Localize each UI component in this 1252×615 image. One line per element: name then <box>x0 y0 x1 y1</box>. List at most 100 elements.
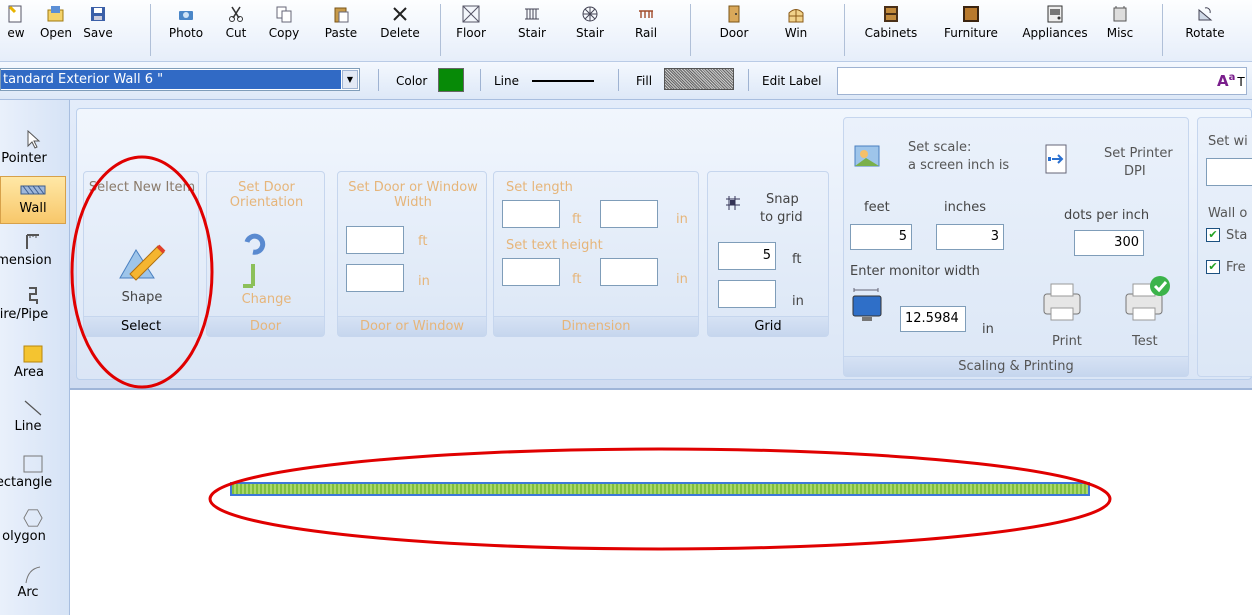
length-in-input[interactable] <box>600 200 658 228</box>
group-door: Set Door Orientation Change Door <box>206 171 325 337</box>
stair-spiral-button[interactable]: Stair <box>570 3 610 59</box>
copy-button[interactable]: Copy <box>264 3 304 59</box>
line-icon <box>24 400 42 416</box>
select-new-item-text: Select New Item <box>88 180 196 195</box>
printer-dpi-icon[interactable] <box>1040 142 1074 176</box>
arc-tool[interactable]: Arc <box>0 564 66 608</box>
rectangle-icon <box>23 455 43 473</box>
stair-straight-button[interactable]: Stair <box>512 3 552 59</box>
line-style-sample[interactable] <box>532 80 594 82</box>
freestanding-checkbox[interactable]: ✔ <box>1206 260 1220 274</box>
arc-label: Arc <box>17 585 39 600</box>
save-label: Save <box>83 26 113 40</box>
door-button[interactable]: Door <box>716 3 752 59</box>
window-icon <box>788 9 804 23</box>
ft-label: ft <box>418 234 428 249</box>
door-icon <box>728 5 740 23</box>
edit-label-input[interactable] <box>837 67 1247 95</box>
save-button[interactable]: Save <box>80 3 116 59</box>
set-length-text: Set length <box>506 180 573 195</box>
cabinets-button[interactable]: Cabinets <box>856 3 926 59</box>
group-dimension: Set length ft in Set text height ft in D… <box>493 171 699 337</box>
bar-separator <box>378 69 379 91</box>
dimension-label: mension <box>0 253 52 268</box>
drawing-canvas[interactable] <box>70 392 1252 615</box>
misc-icon <box>1113 6 1127 22</box>
polygon-tool[interactable]: olygon <box>0 508 66 552</box>
group-select: Select New Item Shape Select <box>83 171 199 337</box>
paste-button[interactable]: Paste <box>318 3 364 59</box>
open-button[interactable]: Open <box>38 3 74 59</box>
hexagon-icon <box>23 509 43 527</box>
bar-separator <box>618 69 619 91</box>
grid-ft-input[interactable]: 5 <box>718 242 776 270</box>
floor-icon <box>462 5 480 23</box>
line-tool[interactable]: Line <box>0 398 66 442</box>
floor-label: Floor <box>456 26 486 40</box>
floor-button[interactable]: Floor <box>450 3 492 59</box>
group-scaling-printing: Set scale: a screen inch is Set Printer … <box>843 117 1189 377</box>
print-label: Print <box>1052 334 1082 349</box>
group-grid: Snap to grid 5 ft in Grid <box>707 171 829 337</box>
shape-label: Shape <box>121 290 163 305</box>
wire-pipe-label: ire/Pipe <box>0 307 49 322</box>
grid-group-title: Grid <box>708 316 828 336</box>
wall-tool[interactable]: Wall <box>0 176 66 224</box>
print-button[interactable] <box>1040 280 1084 327</box>
dimension-tool[interactable]: mension <box>0 232 66 276</box>
inches-label: inches <box>944 200 987 215</box>
furniture-button[interactable]: Furniture <box>932 3 1010 59</box>
snap-grid-icon[interactable] <box>724 194 742 212</box>
wire-pipe-tool[interactable]: ire/Pipe <box>0 286 66 330</box>
text-height-ft-input[interactable] <box>502 258 560 286</box>
appliances-button[interactable]: Appliances <box>1014 3 1096 59</box>
text-height-in-input[interactable] <box>600 258 658 286</box>
color-swatch[interactable] <box>438 68 464 92</box>
pointer-tool[interactable]: Pointer <box>0 130 66 170</box>
rectangle-tool[interactable]: ectangle <box>0 454 66 498</box>
misc-button[interactable]: Misc <box>1100 3 1140 59</box>
stair-straight-label: Stair <box>518 26 546 40</box>
new-button[interactable]: ew <box>0 3 32 59</box>
printer-check-icon <box>1125 276 1170 321</box>
paste-label: Paste <box>324 26 358 40</box>
shape-button[interactable] <box>114 240 166 285</box>
set-scale-icon[interactable] <box>852 140 886 174</box>
wall-width-input[interactable] <box>1206 158 1252 186</box>
cabinet-icon <box>884 6 898 22</box>
monitor-width-input[interactable]: 12.5984 <box>900 306 966 332</box>
rail-button[interactable]: Rail <box>628 3 664 59</box>
standard-checkbox[interactable]: ✔ <box>1206 228 1220 242</box>
drawn-wall-segment[interactable] <box>230 482 1090 496</box>
door-width-ft-input[interactable] <box>346 226 404 254</box>
test-print-button[interactable] <box>1122 274 1172 327</box>
dpi-input[interactable]: 300 <box>1074 230 1144 256</box>
scale-feet-input[interactable]: 5 <box>850 224 912 250</box>
appliance-icon <box>1047 5 1063 23</box>
copy-icon <box>276 6 292 23</box>
scale-inches-input[interactable]: 3 <box>936 224 1004 250</box>
rotate-button[interactable]: Rotate <box>1180 3 1230 59</box>
cut-button[interactable]: Cut <box>222 3 250 59</box>
dropdown-arrow-icon[interactable]: ▼ <box>342 70 358 89</box>
length-ft-input[interactable] <box>502 200 560 228</box>
set-door-orientation-text: Set Door Orientation <box>229 180 304 210</box>
door-width-in-input[interactable] <box>346 264 404 292</box>
toolbar-separator <box>690 4 691 56</box>
monitor-icon <box>852 288 882 321</box>
bar-separator <box>748 69 749 91</box>
delete-button[interactable]: Delete <box>374 3 426 59</box>
area-tool[interactable]: Area <box>0 344 66 388</box>
photo-button[interactable]: Photo <box>162 3 210 59</box>
change-door-button[interactable] <box>233 228 273 295</box>
scissors-icon <box>229 6 243 22</box>
window-button[interactable]: Win <box>774 3 818 59</box>
text-format-button[interactable]: Aa T <box>1217 72 1245 90</box>
furniture-label: Furniture <box>944 26 998 40</box>
wall-type-select[interactable]: tandard Exterior Wall 6 " ▼ <box>0 68 360 91</box>
main-toolbar: ew Open Save Photo Cut Copy Paste Delete… <box>0 0 1252 62</box>
line-label: Line <box>494 74 520 88</box>
fill-pattern-sample[interactable] <box>664 68 734 90</box>
grid-in-input[interactable] <box>718 280 776 308</box>
new-label: ew <box>7 26 25 40</box>
